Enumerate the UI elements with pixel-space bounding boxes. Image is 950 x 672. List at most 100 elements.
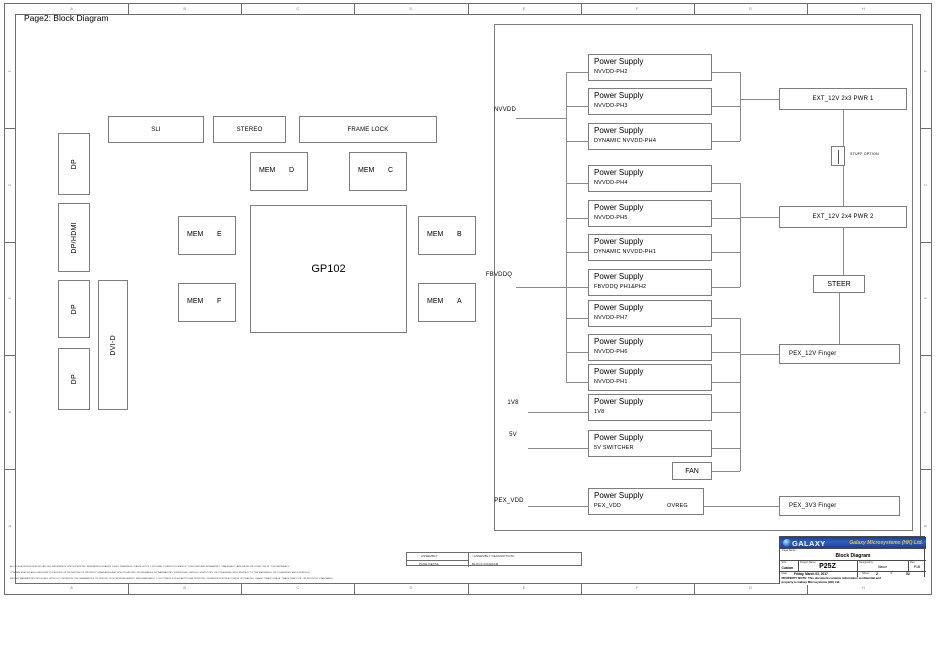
connector-dp-3[interactable]: DP (58, 348, 90, 410)
psu-nvvdd-ph5[interactable]: Power Supply NVVDD-PH5 (588, 200, 712, 227)
connector-dvi-d[interactable]: DVI-D (98, 280, 128, 410)
block-mem-b-suffix: B (457, 231, 462, 238)
proprietary-note: PROPERTY NOTE: This document contains in… (780, 577, 926, 585)
wire-out-3 (712, 183, 740, 184)
wire-out-4 (712, 218, 740, 219)
wire-out-1 (712, 106, 740, 107)
psu-nvvdd-ph3[interactable]: Power Supply NVVDD-PH3 (588, 88, 712, 115)
connector-dp-3-label: DP (70, 373, 78, 385)
zone-label-row-3: 3 (7, 297, 13, 300)
block-stereo-label: STEREO (236, 126, 263, 133)
wire-out-5 (712, 252, 740, 253)
sheet-key: Sheet (862, 572, 869, 576)
psu-nvvdd-ph2-sub: NVVDD-PH2 (594, 69, 628, 75)
psu-nvvdd-ph2[interactable]: Power Supply NVVDD-PH2 (588, 54, 712, 81)
block-ext-12v-2x4-pwr2[interactable]: EXT_12V 2x4 PWR 2 (779, 206, 907, 228)
wire-nvvdd-stub-4 (566, 218, 588, 219)
block-mem-c[interactable]: MEM C (349, 152, 407, 191)
psu-5v-switcher-title: Power Supply (594, 433, 644, 442)
wire-nvvdd-stub-2 (566, 141, 588, 142)
block-gpu-gp102[interactable]: GP102 (250, 205, 407, 333)
psu-nvvdd-ph1-sub: NVVDD-PH1 (594, 379, 628, 385)
rev-key: Rev (910, 561, 915, 564)
psu-nvvdd-ph6-sub: NVVDD-PH6 (594, 349, 628, 355)
wire-nvvdd-stub-8 (566, 352, 588, 353)
wire-nvvdd-stub-3 (566, 183, 588, 184)
block-pex-12v-finger[interactable]: PEX_12V Finger (779, 344, 900, 364)
wire-5v-feed (528, 448, 588, 449)
zone-label-row-4: 4 (7, 411, 13, 414)
zone-label-col-H: H (861, 585, 865, 590)
psu-fbvddq-ph1-ph2-sub: FBVDDQ PH1&PH2 (594, 284, 647, 290)
schematic-sheet: ABCDEFGH ABCDEFGH 12345 12345 Page2: Blo… (0, 0, 950, 672)
psu-5v-switcher[interactable]: Power Supply 5V SWITCHER (588, 430, 712, 457)
psu-nvvdd-ph4[interactable]: Power Supply NVVDD-PH4 (588, 165, 712, 192)
connector-dp-hdmi[interactable]: DP/HDMI (58, 203, 90, 272)
block-pex-3v3-finger[interactable]: PEX_3V3 Finger (779, 496, 900, 516)
assembly-table: ASSEMBLY PAGE DETAIL <ASSEMBLY DESCRIPTI… (406, 552, 582, 567)
wire-nvvdd-stub-5 (566, 252, 588, 253)
block-mem-b[interactable]: MEM B (418, 216, 476, 255)
wire-nvvdd-feed (516, 118, 567, 119)
zone-label-row-2: 2 (923, 183, 928, 186)
connector-dp-2[interactable]: DP (58, 280, 90, 338)
wire-out-9 (712, 382, 740, 383)
wire-nvvdd-bus (566, 72, 567, 252)
block-mem-a-label: MEM (427, 298, 444, 305)
zone-label-row-1: 1 (923, 69, 928, 73)
company-name: Galaxy Microsystems (HK) Ltd. (849, 539, 923, 546)
psu-dynamic-nvvdd-ph4[interactable]: Power Supply DYNAMIC NVVDD-PH4 (588, 123, 712, 150)
psu-dynamic-nvvdd-ph1[interactable]: Power Supply DYNAMIC NVVDD-PH1 (588, 234, 712, 261)
page-name-key: Page Name: (782, 549, 797, 552)
psu-nvvdd-ph7[interactable]: Power Supply NVVDD-PH7 (588, 300, 712, 327)
psu-nvvdd-ph7-title: Power Supply (594, 303, 644, 312)
project-value: P25Z (819, 563, 836, 570)
zone-label-row-3: 3 (923, 297, 928, 300)
zone-label-col-D: D (409, 585, 413, 590)
psu-1v8[interactable]: Power Supply 1V8 (588, 394, 712, 421)
psu-pex-vdd-title: Power Supply (594, 491, 644, 500)
psu-fbvddq-ph1-ph2[interactable]: Power Supply FBVDDQ PH1&PH2 (588, 269, 712, 296)
wire-nvvdd-stub-9 (566, 382, 588, 383)
block-frame-lock[interactable]: FRAME LOCK (299, 116, 437, 143)
block-mem-d[interactable]: MEM D (250, 152, 308, 191)
date-key: Date: (781, 571, 788, 575)
connector-dp-1[interactable]: DP (58, 133, 90, 195)
psu-nvvdd-ph1[interactable]: Power Supply NVVDD-PH1 (588, 364, 712, 391)
psu-dynamic-nvvdd-ph1-sub: DYNAMIC NVVDD-PH1 (594, 249, 657, 255)
assembly-key-line2: PAGE DETAIL (419, 561, 440, 566)
title-block-logo-bar: GALAXY Galaxy Microsystems (HK) Ltd. (780, 537, 926, 548)
psu-pex-vdd-sub: PEX_VDD (594, 503, 622, 509)
wire-collector-b (740, 183, 741, 287)
zone-label-row-2: 2 (7, 183, 13, 186)
galaxy-logo-text: GALAXY (792, 538, 826, 548)
block-ext-12v-2x3-pwr1[interactable]: EXT_12V 2x3 PWR 1 (779, 88, 907, 110)
block-sli[interactable]: SLI (108, 116, 204, 143)
psu-nvvdd-ph2-title: Power Supply (594, 57, 644, 66)
block-mem-f[interactable]: MEM F (178, 283, 236, 322)
wire-nvvdd-stub-7 (566, 318, 588, 319)
block-steer[interactable]: STEER (813, 275, 865, 293)
wire-out-8 (712, 352, 740, 353)
psu-nvvdd-ph6[interactable]: Power Supply NVVDD-PH6 (588, 334, 712, 361)
wire-nvvdd-bus-lower (566, 318, 567, 382)
block-gpu-gp102-label: GP102 (311, 263, 346, 275)
wire-out-11 (712, 448, 740, 449)
block-mem-e[interactable]: MEM E (178, 216, 236, 255)
block-fan[interactable]: FAN (672, 462, 712, 480)
wire-steer-to-pex12v (839, 293, 840, 344)
net-label-5v: 5V (509, 432, 517, 438)
psu-pex-vdd[interactable]: Power Supply PEX_VDD OVREG (588, 488, 704, 515)
block-stereo[interactable]: STEREO (213, 116, 286, 143)
block-mem-c-label: MEM (358, 167, 375, 174)
psu-nvvdd-ph1-title: Power Supply (594, 367, 644, 376)
psu-dynamic-nvvdd-ph4-sub: DYNAMIC NVVDD-PH4 (594, 138, 657, 144)
zone-label-col-E: E (522, 585, 526, 590)
block-mem-a[interactable]: MEM A (418, 283, 476, 322)
block-mem-d-label: MEM (259, 167, 276, 174)
zone-label-col-B: B (183, 5, 187, 11)
block-stuff-option-symbol[interactable] (831, 146, 845, 166)
size-key: Size (781, 561, 787, 564)
zone-label-col-G: G (748, 5, 752, 11)
psu-1v8-title: Power Supply (594, 397, 644, 406)
